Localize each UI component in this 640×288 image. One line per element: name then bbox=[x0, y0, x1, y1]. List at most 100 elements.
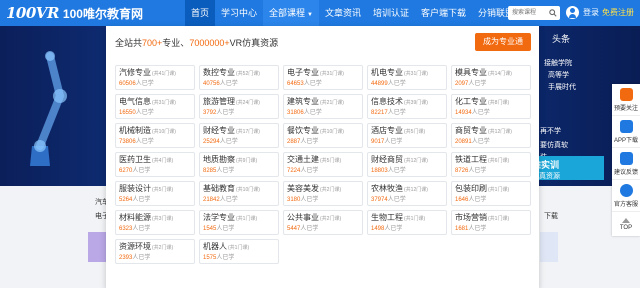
nav-learning-center[interactable]: 学习中心 bbox=[215, 0, 263, 26]
learner-stat: 6270人已学 bbox=[119, 166, 191, 176]
summary-prefix: 全站共 bbox=[115, 38, 143, 48]
learner-suffix: 人已学 bbox=[387, 81, 406, 87]
summary-mid: 专业、 bbox=[162, 38, 190, 48]
nav-client-download[interactable]: 客户端下载 bbox=[415, 0, 472, 26]
course-count: (共14门课) bbox=[488, 71, 512, 77]
banner-line: 手展时代 bbox=[548, 84, 576, 91]
learner-stat: 1498人已学 bbox=[371, 224, 443, 234]
customer-service-button[interactable]: 官方客服 bbox=[612, 180, 640, 212]
major-card[interactable]: 农林牧渔(共12门课) 37974人已学 bbox=[367, 181, 447, 206]
learner-suffix: 人已学 bbox=[300, 139, 319, 145]
learner-suffix: 人已学 bbox=[132, 226, 151, 232]
major-card[interactable]: 餐饮专业(共10门课) 2887人已学 bbox=[283, 123, 363, 148]
banner-line: 要仿真软 bbox=[540, 142, 568, 149]
major-card[interactable]: 化工专业(共8门课) 14934人已学 bbox=[451, 94, 531, 119]
major-card[interactable]: 机械制造(共10门课) 73806人已学 bbox=[115, 123, 195, 148]
vr-training-promo[interactable]: 难实训 仿真资源 bbox=[528, 156, 604, 180]
major-card[interactable]: 信息技术(共39门课) 82217人已学 bbox=[367, 94, 447, 119]
learner-stat: 18803人已学 bbox=[371, 166, 443, 176]
course-count: (共10门课) bbox=[320, 129, 344, 135]
major-card[interactable]: 汽修专业(共41门课) 60506人已学 bbox=[115, 65, 195, 90]
major-card[interactable]: 服装设计(共5门课) 5264人已学 bbox=[115, 181, 195, 206]
site-logo[interactable]: 100VR 100唯尔教育网 bbox=[0, 0, 143, 26]
learner-stat: 25294人已学 bbox=[203, 137, 275, 147]
search-input[interactable] bbox=[508, 6, 548, 20]
major-title: 模具专业 bbox=[455, 68, 487, 77]
learner-suffix: 人已学 bbox=[219, 139, 238, 145]
major-card[interactable]: 电气信息(共31门课) 16550人已学 bbox=[115, 94, 195, 119]
learner-stat: 3180人已学 bbox=[287, 195, 359, 205]
major-card[interactable]: 旅游管理(共24门课) 3792人已学 bbox=[199, 94, 279, 119]
back-to-top-button[interactable]: TOP bbox=[612, 212, 640, 236]
course-count: (共10门课) bbox=[152, 129, 176, 135]
major-card[interactable]: 生物工程(共1门课) 1498人已学 bbox=[367, 210, 447, 235]
major-title: 数控专业 bbox=[203, 68, 235, 77]
learner-suffix: 人已学 bbox=[468, 226, 487, 232]
major-card[interactable]: 商贸专业(共12门课) 20891人已学 bbox=[451, 123, 531, 148]
major-card[interactable]: 地质勘察(共9门课) 8285人已学 bbox=[199, 152, 279, 177]
learner-stat: 9017人已学 bbox=[371, 137, 443, 147]
learner-count: 8285 bbox=[203, 168, 217, 174]
major-title: 市场营销 bbox=[455, 213, 487, 222]
major-card[interactable]: 法学专业(共1门课) 1545人已学 bbox=[199, 210, 279, 235]
major-card[interactable]: 机电专业(共31门课) 44899人已学 bbox=[367, 65, 447, 90]
app-download-button[interactable]: APP下载 bbox=[612, 116, 640, 148]
nav-all-courses[interactable]: 全部课程 ▼ bbox=[262, 0, 319, 26]
course-count: (共39门课) bbox=[404, 100, 428, 106]
major-card[interactable]: 财经专业(共17门课) 25294人已学 bbox=[199, 123, 279, 148]
learner-stat: 1575人已学 bbox=[203, 253, 275, 263]
course-count: (共52门课) bbox=[236, 71, 260, 77]
major-card[interactable]: 医药卫生(共4门课) 6270人已学 bbox=[115, 152, 195, 177]
major-card[interactable]: 机器人(共1门课) 1575人已学 bbox=[199, 239, 279, 264]
learner-stat: 20891人已学 bbox=[455, 137, 527, 147]
nav-certification[interactable]: 培训认证 bbox=[367, 0, 415, 26]
course-count: (共1门课) bbox=[236, 216, 258, 222]
major-card[interactable]: 基础教育(共10门课) 21842人已学 bbox=[199, 181, 279, 206]
become-expert-button[interactable]: 成为专业通 bbox=[475, 33, 531, 51]
major-card[interactable]: 交通土建(共5门课) 7224人已学 bbox=[283, 152, 363, 177]
major-card[interactable]: 财经商贸(共12门课) 18803人已学 bbox=[367, 152, 447, 177]
major-name: 资源环境(共2门课) bbox=[119, 242, 191, 253]
major-card[interactable]: 数控专业(共52门课) 40756人已学 bbox=[199, 65, 279, 90]
major-card[interactable]: 公共事业(共2门课) 5447人已学 bbox=[283, 210, 363, 235]
major-title: 建筑专业 bbox=[287, 97, 319, 106]
logo-text: 100唯尔教育网 bbox=[62, 6, 143, 21]
major-card[interactable]: 酒店专业(共5门课) 9017人已学 bbox=[367, 123, 447, 148]
major-title: 财经专业 bbox=[203, 126, 235, 135]
login-link[interactable]: 登录 bbox=[583, 0, 599, 26]
major-title: 地质勘察 bbox=[203, 155, 235, 164]
major-card[interactable]: 铁道工程(共6门课) 8726人已学 bbox=[451, 152, 531, 177]
major-card[interactable]: 市场营销(共1门课) 1681人已学 bbox=[451, 210, 531, 235]
course-count: (共5门课) bbox=[152, 187, 174, 193]
app-download-label: APP下载 bbox=[613, 137, 638, 144]
feedback-button[interactable]: 建议反馈 bbox=[612, 148, 640, 180]
course-count: (共2门课) bbox=[320, 216, 342, 222]
nav-articles[interactable]: 文章资讯 bbox=[319, 0, 367, 26]
major-card[interactable]: 材料能源(共3门课) 6323人已学 bbox=[115, 210, 195, 235]
register-link[interactable]: 免费注册 bbox=[602, 0, 634, 26]
course-count: (共21门课) bbox=[320, 100, 344, 106]
learner-stat: 8285人已学 bbox=[203, 166, 275, 176]
major-card[interactable]: 美容美发(共2门课) 3180人已学 bbox=[283, 181, 363, 206]
major-title: 机械制造 bbox=[119, 126, 151, 135]
major-name: 医药卫生(共4门课) bbox=[119, 155, 191, 166]
main-nav: 首页 学习中心 全部课程 ▼ 文章资讯 培训认证 客户端下载 分销联盟 bbox=[184, 0, 520, 26]
download-text: 下载 bbox=[544, 213, 558, 220]
learner-suffix: 人已学 bbox=[387, 197, 406, 203]
learner-count: 2887 bbox=[287, 139, 301, 145]
learner-suffix: 人已学 bbox=[135, 139, 154, 145]
follow-button[interactable]: 预要关注 bbox=[612, 84, 640, 116]
major-card[interactable]: 包装印刷(共1门课) 1646人已学 bbox=[451, 181, 531, 206]
nav-home[interactable]: 首页 bbox=[184, 0, 215, 26]
major-name: 数控专业(共52门课) bbox=[203, 68, 275, 79]
follow-label: 预要关注 bbox=[613, 105, 638, 112]
search-icon[interactable] bbox=[548, 6, 558, 20]
major-card[interactable]: 建筑专业(共21门课) 31806人已学 bbox=[283, 94, 363, 119]
learner-suffix: 人已学 bbox=[132, 168, 151, 174]
major-card[interactable]: 模具专业(共14门课) 2097人已学 bbox=[451, 65, 531, 90]
major-card[interactable]: 电子专业(共31门课) 64653人已学 bbox=[283, 65, 363, 90]
major-card[interactable]: 资源环境(共2门课) 2393人已学 bbox=[115, 239, 195, 264]
learner-stat: 1646人已学 bbox=[455, 195, 527, 205]
learner-count: 31806 bbox=[287, 110, 304, 116]
learner-stat: 3792人已学 bbox=[203, 108, 275, 118]
